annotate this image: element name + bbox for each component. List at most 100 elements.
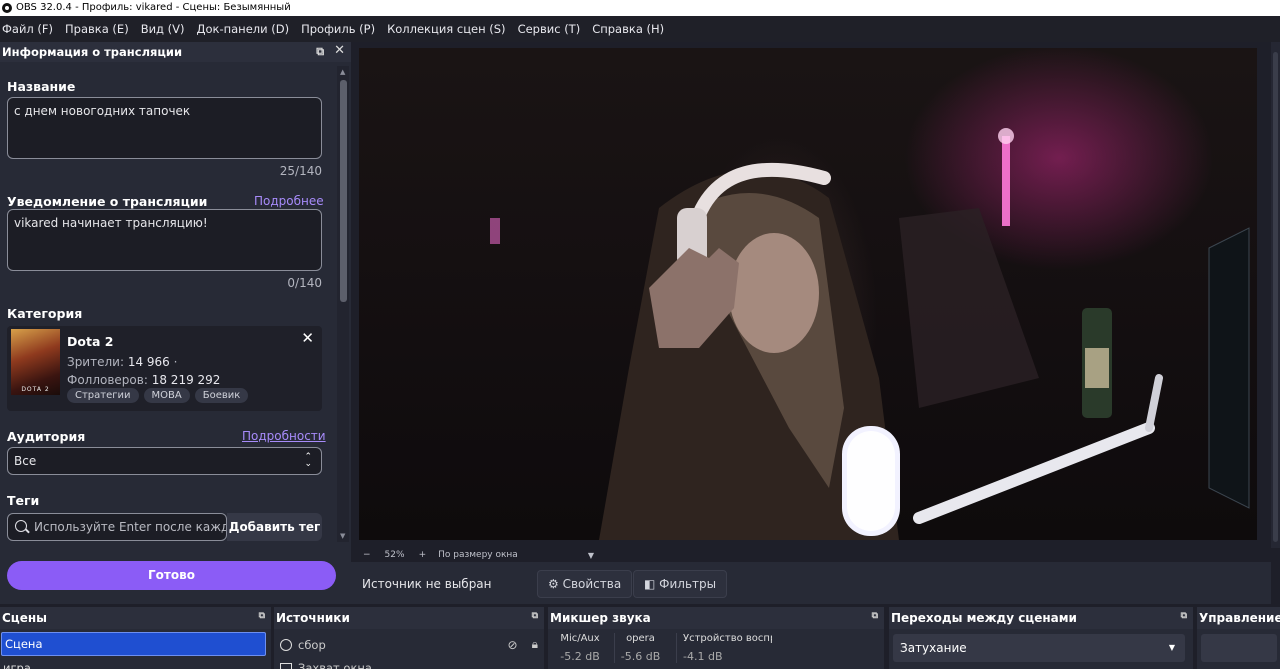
bottle-label xyxy=(1085,348,1109,388)
audience-select[interactable]: Все ⌃ ⌄ xyxy=(7,447,322,475)
channel-name: Устройство воспро xyxy=(683,633,772,644)
viewers-value: 14 966 xyxy=(127,355,170,369)
sources-header: Источники ⧉ xyxy=(274,607,544,629)
remove-category-icon[interactable]: ✕ xyxy=(301,329,314,347)
add-tag-button[interactable]: Добавить тег xyxy=(227,513,322,541)
source-item[interactable]: Захват окна xyxy=(280,661,538,669)
tag-search-placeholder: Используйте Enter после кажд xyxy=(34,520,227,534)
audience-more-link[interactable]: Подробности xyxy=(242,429,326,443)
scrollbar-thumb[interactable] xyxy=(340,80,347,302)
done-button[interactable]: Готово xyxy=(7,561,336,590)
audience-value: Все xyxy=(14,454,37,468)
preview-area xyxy=(351,42,1280,548)
mixer-header: Микшер звука ⧉ xyxy=(548,607,884,629)
channel-name: opera xyxy=(626,633,655,644)
scene-item[interactable]: игра xyxy=(3,661,31,669)
viewers-line: Зрители: 14 966 · xyxy=(67,355,177,369)
transition-select[interactable]: Затухание ▼ xyxy=(893,634,1185,662)
visibility-hidden-icon[interactable]: ⊘ xyxy=(508,638,518,652)
float-dock-icon[interactable]: ⧉ xyxy=(259,611,265,621)
followers-line: Фолловеров: 18 219 292 xyxy=(67,373,220,387)
gear-icon: ⚙ xyxy=(548,577,559,591)
stream-info-header: Информация о трансляции ⧉ ✕ xyxy=(0,42,351,62)
menu-scene-collection[interactable]: Коллекция сцен (S) xyxy=(387,22,505,36)
stream-info-dock: Информация о трансляции ⧉ ✕ ▲ ▼ Название… xyxy=(0,42,351,604)
transition-value: Затухание xyxy=(900,641,967,655)
stream-preview-canvas[interactable] xyxy=(359,48,1257,540)
filters-button[interactable]: ◧ Фильтры xyxy=(633,570,728,598)
notification-input[interactable]: vikared начинает трансляцию! xyxy=(7,209,322,271)
source-name: Захват окна xyxy=(298,661,372,669)
float-dock-icon[interactable]: ⧉ xyxy=(316,45,324,59)
category-card[interactable]: DOTA 2 Dota 2 Зрители: 14 966 · Фолловер… xyxy=(7,326,322,411)
mixer-channel[interactable]: Mic/Aux -5.2 dB xyxy=(554,633,606,663)
no-source-label: Источник не выбран xyxy=(362,577,492,591)
controls-header: Управление xyxy=(1197,607,1280,629)
float-dock-icon[interactable]: ⧉ xyxy=(872,611,878,621)
menu-file[interactable]: Файл (F) xyxy=(2,22,53,36)
channel-volume: -5.2 dB xyxy=(560,650,600,663)
channel-name: Mic/Aux xyxy=(560,633,600,644)
float-dock-icon[interactable]: ⧉ xyxy=(532,611,538,621)
filter-icon: ◧ xyxy=(644,577,656,591)
stream-info-title: Информация о трансляции xyxy=(2,45,183,59)
properties-button[interactable]: ⚙ Свойства xyxy=(537,570,633,598)
category-label: Категория xyxy=(7,306,83,321)
scroll-down-icon[interactable]: ▼ xyxy=(340,532,345,540)
window-capture-icon xyxy=(280,663,292,669)
channel-volume: -5.6 dB xyxy=(620,650,661,663)
menu-tools[interactable]: Сервис (T) xyxy=(518,22,581,36)
source-item[interactable]: сбор ⊘ 🔒︎ xyxy=(280,637,538,652)
mixer-channel[interactable]: Устройство воспро -4.1 dB xyxy=(676,633,772,663)
menu-help[interactable]: Справка (H) xyxy=(592,22,664,36)
title-char-count: 25/140 xyxy=(279,164,322,178)
menu-docks[interactable]: Док-панели (D) xyxy=(197,22,290,36)
notification-more-link[interactable]: Подробнее xyxy=(254,194,324,208)
obs-logo-icon xyxy=(2,3,12,13)
microphone-glow xyxy=(847,431,895,531)
background-light xyxy=(490,218,500,244)
zoom-in-button[interactable]: + xyxy=(419,550,427,560)
preview-scrollbar[interactable] xyxy=(1271,42,1280,548)
tag-search-input[interactable]: Используйте Enter после кажд xyxy=(7,513,227,541)
close-dock-icon[interactable]: ✕ xyxy=(334,43,345,59)
search-icon xyxy=(15,520,27,532)
zoom-dropdown-icon[interactable]: ▼ xyxy=(588,551,594,560)
notification-char-count: 0/140 xyxy=(287,276,322,290)
game-cover-text: DOTA 2 xyxy=(21,386,50,393)
dock-scrollbar[interactable]: ▲ ▼ xyxy=(337,66,349,542)
audience-label: Аудитория xyxy=(7,429,86,444)
category-tag: Стратегии xyxy=(67,388,139,403)
category-tags: Стратегии MOBA Боевик xyxy=(67,388,257,403)
sources-title: Источники xyxy=(276,611,350,625)
menu-profile[interactable]: Профиль (P) xyxy=(301,22,375,36)
zoom-out-button[interactable]: − xyxy=(363,550,371,560)
chair xyxy=(899,208,1039,408)
source-toolbar: Источник не выбран ⚙ Свойства ◧ Фильтры xyxy=(351,562,1271,604)
float-dock-icon[interactable]: ⧉ xyxy=(1181,611,1187,621)
channel-volume: -4.1 dB xyxy=(683,650,723,663)
preview-scroll-thumb[interactable] xyxy=(1273,52,1278,542)
source-name: сбор xyxy=(298,637,326,652)
zoom-fit-select[interactable]: По размеру окна xyxy=(438,550,518,560)
menu-view[interactable]: Вид (V) xyxy=(141,22,185,36)
sources-dock: Источники ⧉ сбор ⊘ 🔒︎ Захват окна xyxy=(274,607,544,669)
scene-item-selected[interactable]: Сцена xyxy=(1,632,266,656)
globe-icon xyxy=(280,638,292,651)
followers-value: 18 219 292 xyxy=(151,373,221,387)
title-input[interactable]: с днем новогодних тапочек xyxy=(7,97,322,159)
viewers-label: Зрители: xyxy=(67,355,124,369)
menu-edit[interactable]: Правка (E) xyxy=(65,22,129,36)
transitions-dock: Переходы между сценами ⧉ Затухание ▼ xyxy=(889,607,1193,669)
game-cover-image: DOTA 2 xyxy=(11,329,60,395)
mixer-channel[interactable]: opera -5.6 dB xyxy=(614,633,666,663)
transitions-header: Переходы между сценами ⧉ xyxy=(889,607,1193,629)
control-button[interactable] xyxy=(1201,634,1277,662)
face xyxy=(729,233,819,353)
window-titlebar: OBS 32.0.4 - Профиль: vikared - Сцены: Б… xyxy=(0,0,1280,16)
neon-light xyxy=(1002,136,1010,226)
window-title: OBS 32.0.4 - Профиль: vikared - Сцены: Б… xyxy=(16,2,291,13)
lock-icon[interactable]: 🔒︎ xyxy=(532,637,538,652)
controls-title: Управление xyxy=(1199,611,1280,625)
scroll-up-icon[interactable]: ▲ xyxy=(340,68,345,76)
